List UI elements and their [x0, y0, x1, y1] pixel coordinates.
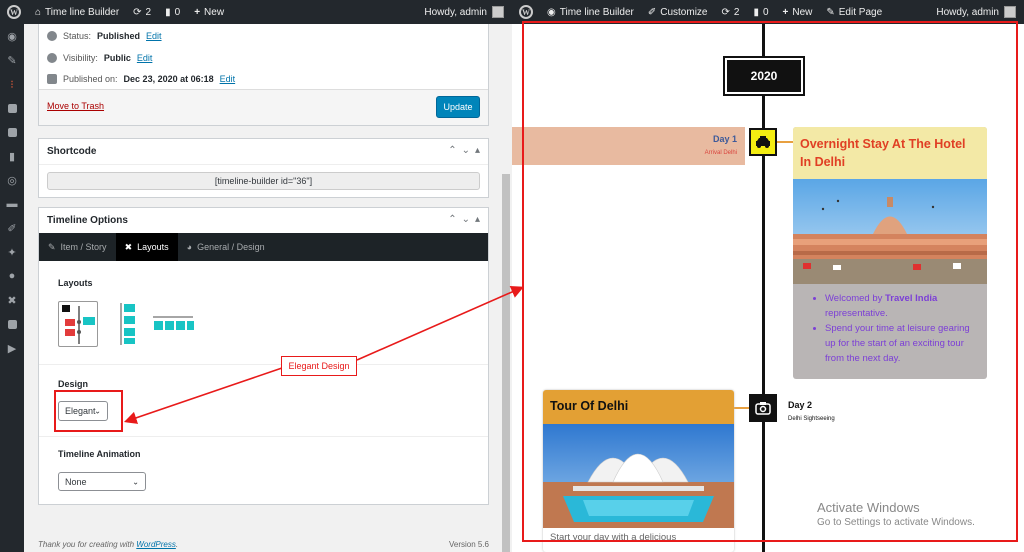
annotation-arrows	[123, 285, 524, 424]
arrow-to-design-select	[123, 367, 283, 424]
arrow-to-preview	[356, 285, 524, 361]
elegant-design-annotation: Elegant Design	[281, 356, 357, 376]
screenshot-root: W ⌂ Time line Builder ⟳ 2 ▮ 0 + New Howd…	[0, 0, 1024, 552]
